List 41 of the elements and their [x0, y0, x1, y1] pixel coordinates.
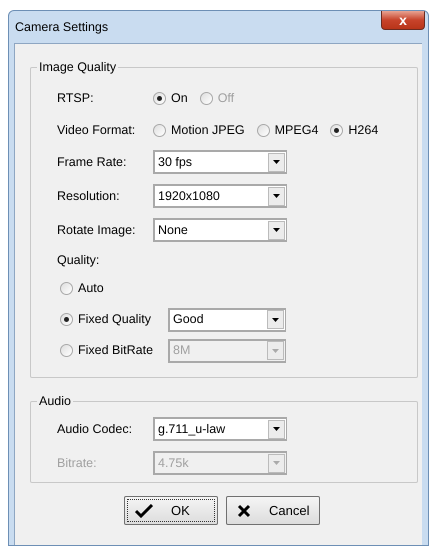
dropdown[interactable]: g.711_u-law: [153, 417, 287, 441]
field-label: Bitrate:: [57, 454, 98, 472]
close-button[interactable]: x: [381, 11, 425, 30]
dialog-button[interactable]: Cancel: [226, 496, 320, 525]
disabled-option-label: Off: [218, 90, 234, 107]
dropdown-arrow-icon: [272, 318, 279, 322]
field-label: Resolution:: [57, 188, 121, 205]
dropdown[interactable]: Good: [168, 308, 286, 332]
dropdown[interactable]: None: [153, 218, 287, 242]
radio-button[interactable]: [60, 282, 73, 295]
dropdown-arrow-icon: [273, 228, 280, 232]
dialog-button[interactable]: OK: [124, 496, 218, 525]
radio-button[interactable]: [60, 313, 73, 326]
radio-button[interactable]: [256, 124, 270, 136]
dropdown-arrow-icon: [273, 194, 280, 198]
radio-button[interactable]: [153, 92, 166, 104]
field-label: Frame Rate:: [57, 154, 128, 171]
group-title: Image Quality: [37, 59, 118, 75]
option-label: H264: [348, 122, 378, 139]
option-label: Motion JPEG: [171, 122, 245, 139]
field-label: Video Format:: [57, 122, 136, 139]
dropdown-arrow-icon: [273, 427, 280, 431]
dropdown[interactable]: 1920x1080: [153, 184, 287, 208]
dropdown-arrow-icon: [272, 348, 279, 352]
field-label: RTSP:: [57, 90, 95, 107]
close-icon: [237, 504, 251, 518]
radio-button[interactable]: [153, 124, 166, 136]
dropdown-arrow-icon: [273, 461, 280, 465]
option-label: Fixed BitRate: [78, 342, 154, 360]
option-label: On: [171, 90, 188, 107]
field-label: Rotate Image:: [57, 222, 137, 239]
radio-button[interactable]: [330, 124, 344, 136]
dropdown-arrow-icon: [273, 160, 280, 164]
option-label: MPEG4: [274, 122, 318, 139]
check-icon: [135, 504, 153, 518]
field-label: Audio Codec:: [57, 420, 134, 438]
option-label: Fixed Quality: [78, 311, 151, 328]
dropdown[interactable]: 30 fps: [153, 150, 287, 174]
window-title: Camera Settings: [15, 18, 108, 36]
option-label: Auto: [78, 280, 104, 298]
field-label: Quality:: [57, 252, 100, 269]
